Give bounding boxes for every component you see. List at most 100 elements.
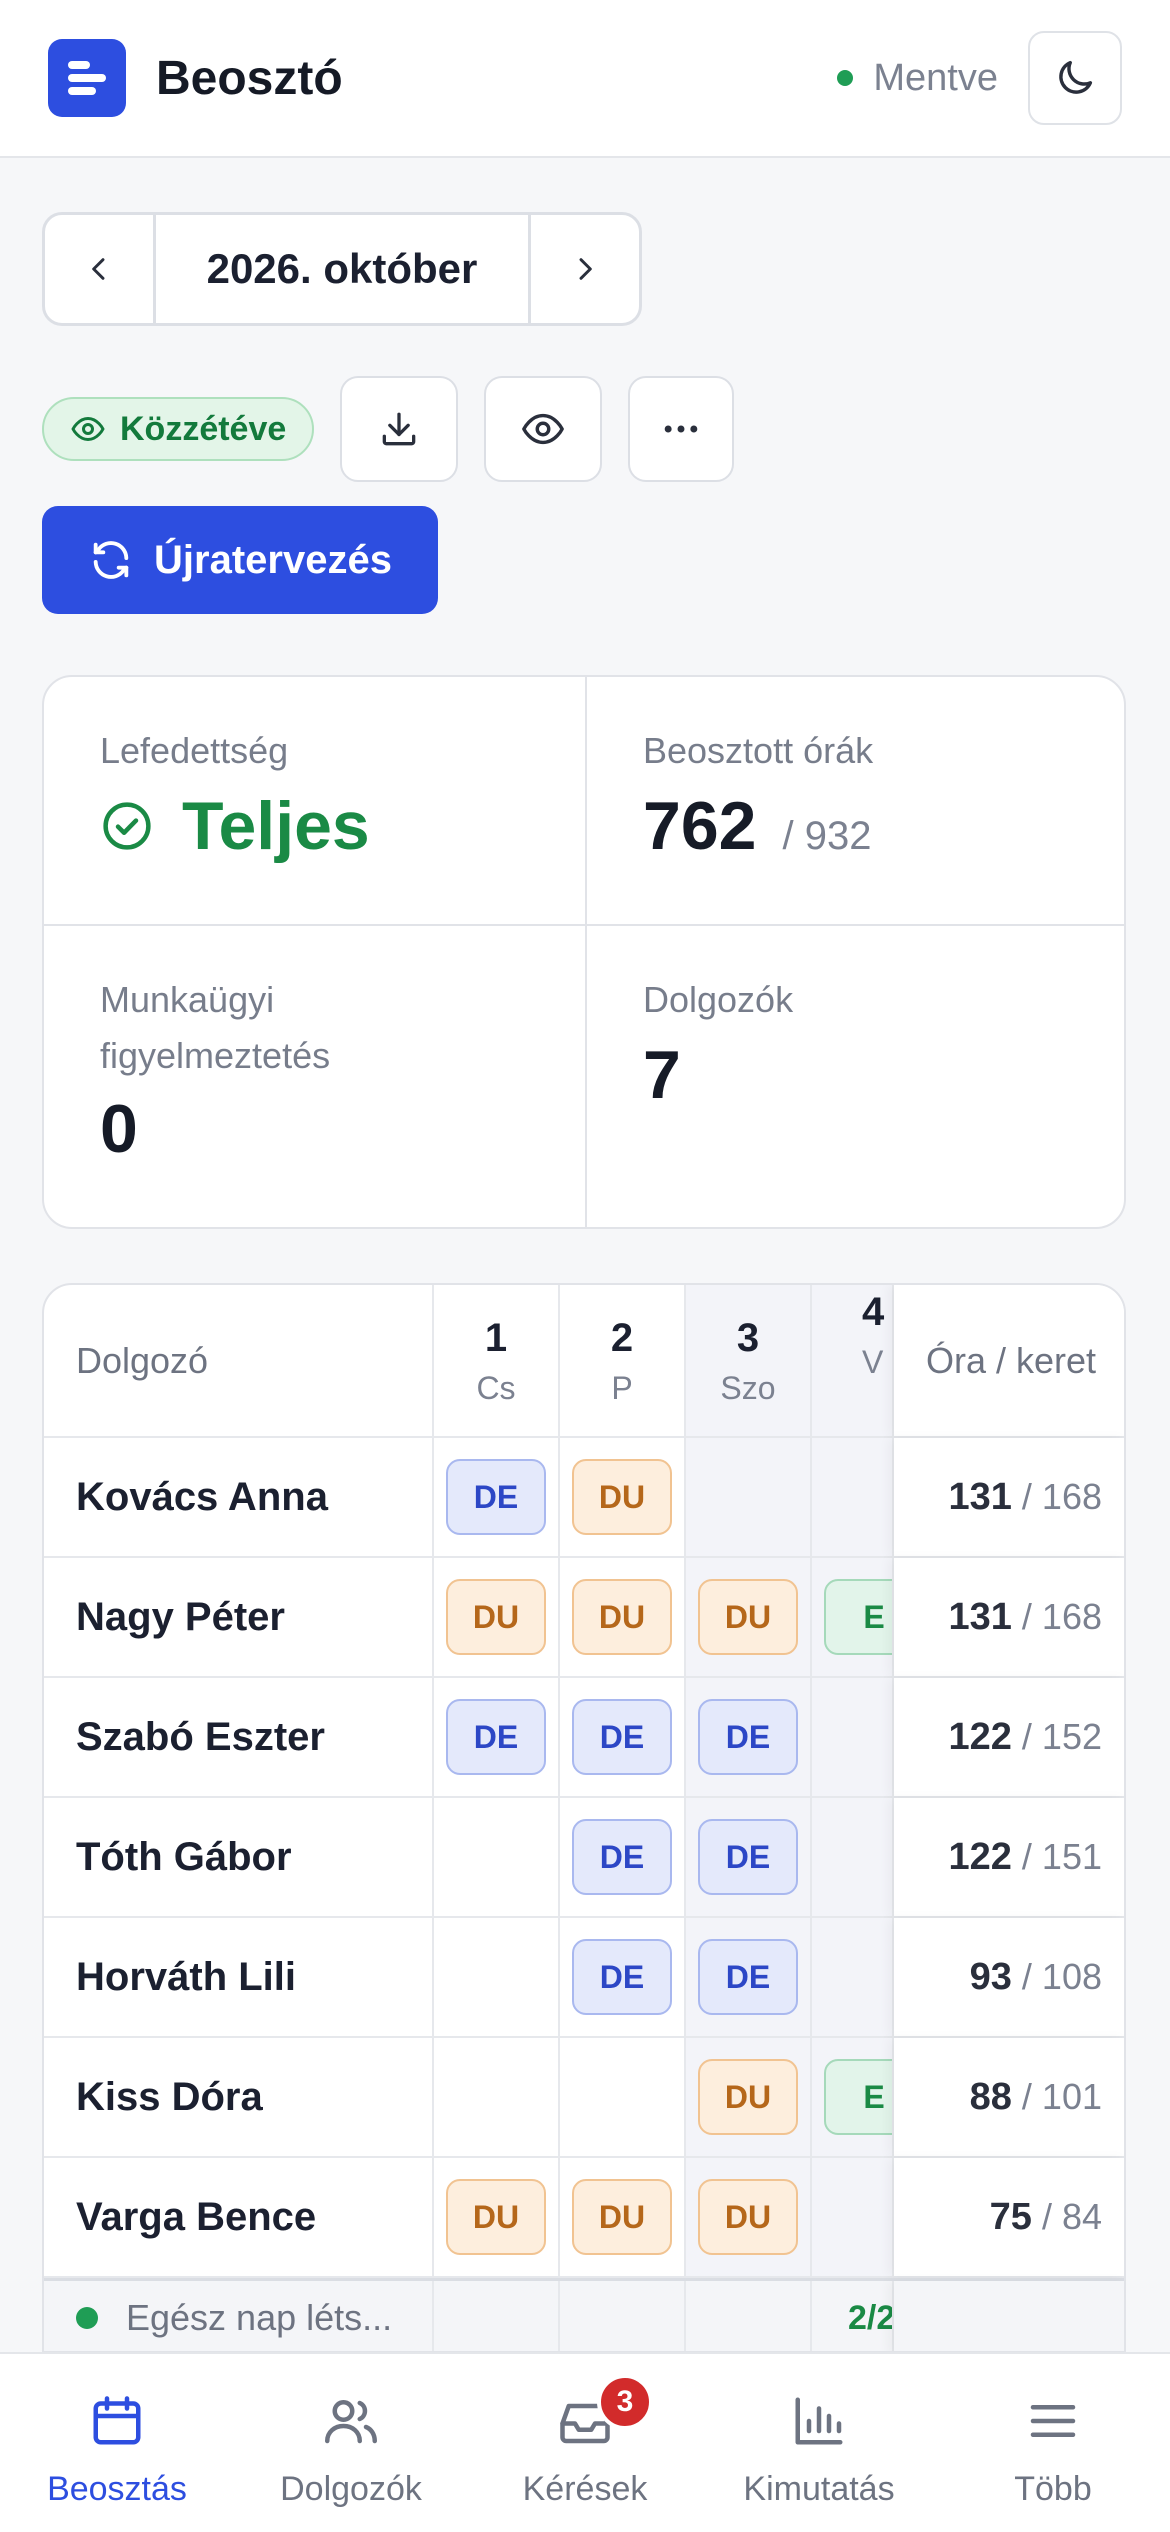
labor-warnings-stat: Munkaügyi figyelmeztetés 0 — [44, 926, 587, 1227]
eye-icon — [70, 411, 106, 447]
shift-cell-day-4[interactable] — [812, 2158, 894, 2276]
nav-item-keresek[interactable]: 3 Kérések — [468, 2354, 702, 2532]
moon-icon — [1059, 60, 1093, 94]
shift-cell-day-1[interactable] — [434, 2038, 560, 2156]
shift-cell-day-3[interactable]: DE — [686, 1678, 812, 1796]
shift-chip[interactable]: DU — [572, 1579, 672, 1655]
shift-cell-day-4[interactable] — [812, 1918, 894, 2036]
shift-cell-day-3[interactable]: DU — [686, 2158, 812, 2276]
table-row: Kovács Anna DE DU 131/ 168 — [44, 1438, 1124, 1558]
day-number: 3 — [736, 1315, 760, 1360]
day-of-week: V — [862, 1344, 884, 1380]
hours-vs-limit: 88/ 101 — [894, 2038, 1124, 2156]
preview-button[interactable] — [484, 376, 603, 482]
employees-label: Dolgozók — [643, 979, 794, 1020]
hours-limit: / 84 — [1041, 2196, 1102, 2237]
employee-name[interactable]: Tóth Gábor — [44, 1798, 434, 1916]
app-title: Beosztó — [156, 51, 343, 105]
scheduled-hours-label: Beosztott órák — [643, 730, 874, 771]
shift-cell-day-1[interactable]: DE — [434, 1678, 560, 1796]
employee-name[interactable]: Szabó Eszter — [44, 1678, 434, 1796]
scheduled-hours: 131 — [948, 1595, 1012, 1638]
shift-cell-day-2[interactable]: DE — [560, 1678, 686, 1796]
shift-chip[interactable]: DU — [446, 2179, 546, 2255]
table-row: Varga Bence DU DU DU 75/ 84 — [44, 2158, 1124, 2278]
nav-item-tobb[interactable]: Több — [936, 2354, 1170, 2532]
shift-chip[interactable]: DU — [446, 1579, 546, 1655]
published-status-label: Közzétéve — [120, 409, 287, 448]
shift-cell-day-2[interactable]: DU — [560, 1558, 686, 1676]
shift-chip[interactable]: DE — [698, 1939, 798, 2015]
coverage-value: Teljes — [182, 788, 370, 864]
month-navigator: 2026. október — [42, 212, 642, 326]
check-circle-icon — [100, 799, 154, 853]
shift-cell-day-4[interactable]: E — [812, 2038, 894, 2156]
shift-chip[interactable]: DU — [698, 2059, 798, 2135]
scheduled-hours: 122 — [948, 1835, 1012, 1878]
nav-item-dolgozok[interactable]: Dolgozók — [234, 2354, 468, 2532]
shift-chip[interactable]: DU — [698, 2179, 798, 2255]
scheduled-hours-stat: Beosztott órák 762 / 932 — [587, 677, 1124, 926]
shift-cell-day-1[interactable]: DE — [434, 1438, 560, 1556]
shift-cell-day-3[interactable]: DE — [686, 1798, 812, 1916]
day-header-1[interactable]: 1 Cs — [434, 1285, 560, 1436]
labor-warnings-value: 0 — [100, 1091, 138, 1167]
shift-cell-day-3[interactable] — [686, 1438, 812, 1556]
prev-month-button[interactable] — [45, 215, 153, 323]
employee-name[interactable]: Varga Bence — [44, 2158, 434, 2276]
inbox-icon: 3 — [555, 2374, 653, 2454]
save-status-dot — [837, 70, 854, 86]
shift-chip[interactable]: DE — [698, 1699, 798, 1775]
shift-chip[interactable]: DE — [572, 1699, 672, 1775]
day-number: 2 — [610, 1315, 634, 1360]
nav-label: Kérések — [522, 2470, 648, 2508]
day-header-2[interactable]: 2 P — [560, 1285, 686, 1436]
shift-chip[interactable]: DE — [572, 1819, 672, 1895]
shift-cell-day-1[interactable]: DU — [434, 2158, 560, 2276]
more-options-button[interactable] — [628, 376, 735, 482]
shift-chip[interactable]: DE — [446, 1459, 546, 1535]
shift-cell-day-2[interactable]: DU — [560, 1438, 686, 1556]
shift-chip[interactable]: E — [824, 2059, 892, 2135]
employee-name[interactable]: Horváth Lili — [44, 1918, 434, 2036]
shift-chip[interactable]: E — [824, 1579, 892, 1655]
shift-cell-day-4[interactable]: E — [812, 1558, 894, 1676]
employee-name[interactable]: Kovács Anna — [44, 1438, 434, 1556]
employee-name[interactable]: Kiss Dóra — [44, 2038, 434, 2156]
nav-item-kimutatas[interactable]: Kimutatás — [702, 2354, 936, 2532]
theme-toggle-button[interactable] — [1028, 31, 1122, 125]
shift-cell-day-4[interactable] — [812, 1438, 894, 1556]
shift-cell-day-1[interactable] — [434, 1918, 560, 2036]
shift-cell-day-3[interactable]: DE — [686, 1918, 812, 2036]
shift-cell-day-2[interactable]: DU — [560, 2158, 686, 2276]
shift-cell-day-2[interactable]: DE — [560, 1798, 686, 1916]
shift-cell-day-1[interactable] — [434, 1798, 560, 1916]
shift-chip[interactable]: DU — [572, 1459, 672, 1535]
shift-chip[interactable]: DE — [446, 1699, 546, 1775]
shift-chip[interactable]: DU — [572, 2179, 672, 2255]
current-month-label[interactable]: 2026. október — [153, 215, 531, 323]
day-header-4[interactable]: 4 V — [812, 1285, 894, 1436]
nav-item-beosztas[interactable]: Beosztás — [0, 2354, 234, 2532]
day-header-3[interactable]: 3 Szo — [686, 1285, 812, 1436]
shift-cell-day-1[interactable]: DU — [434, 1558, 560, 1676]
shift-chip[interactable]: DE — [572, 1939, 672, 2015]
shift-chip[interactable]: DU — [698, 1579, 798, 1655]
shift-cell-day-3[interactable]: DU — [686, 1558, 812, 1676]
shift-cell-day-4[interactable] — [812, 1798, 894, 1916]
table-header-row: Dolgozó 1 Cs 2 P 3 Szo 4 V Óra / keret — [44, 1285, 1124, 1438]
shift-cell-day-2[interactable]: DE — [560, 1918, 686, 2036]
shift-cell-day-3[interactable]: DU — [686, 2038, 812, 2156]
shift-chip[interactable]: DE — [698, 1819, 798, 1895]
shift-cell-day-2[interactable] — [560, 2038, 686, 2156]
hours-limit: / 168 — [1021, 1476, 1102, 1517]
replan-button[interactable]: Újratervezés — [42, 506, 438, 614]
staffing-count: 2/2 — [848, 2298, 894, 2337]
footer-cell-day-3 — [686, 2281, 812, 2351]
download-button[interactable] — [340, 376, 459, 482]
column-header-hours: Óra / keret — [894, 1285, 1124, 1436]
employee-name[interactable]: Nagy Péter — [44, 1558, 434, 1676]
next-month-button[interactable] — [531, 215, 639, 323]
shift-cell-day-4[interactable] — [812, 1678, 894, 1796]
day-number: 4 — [862, 1290, 885, 1334]
